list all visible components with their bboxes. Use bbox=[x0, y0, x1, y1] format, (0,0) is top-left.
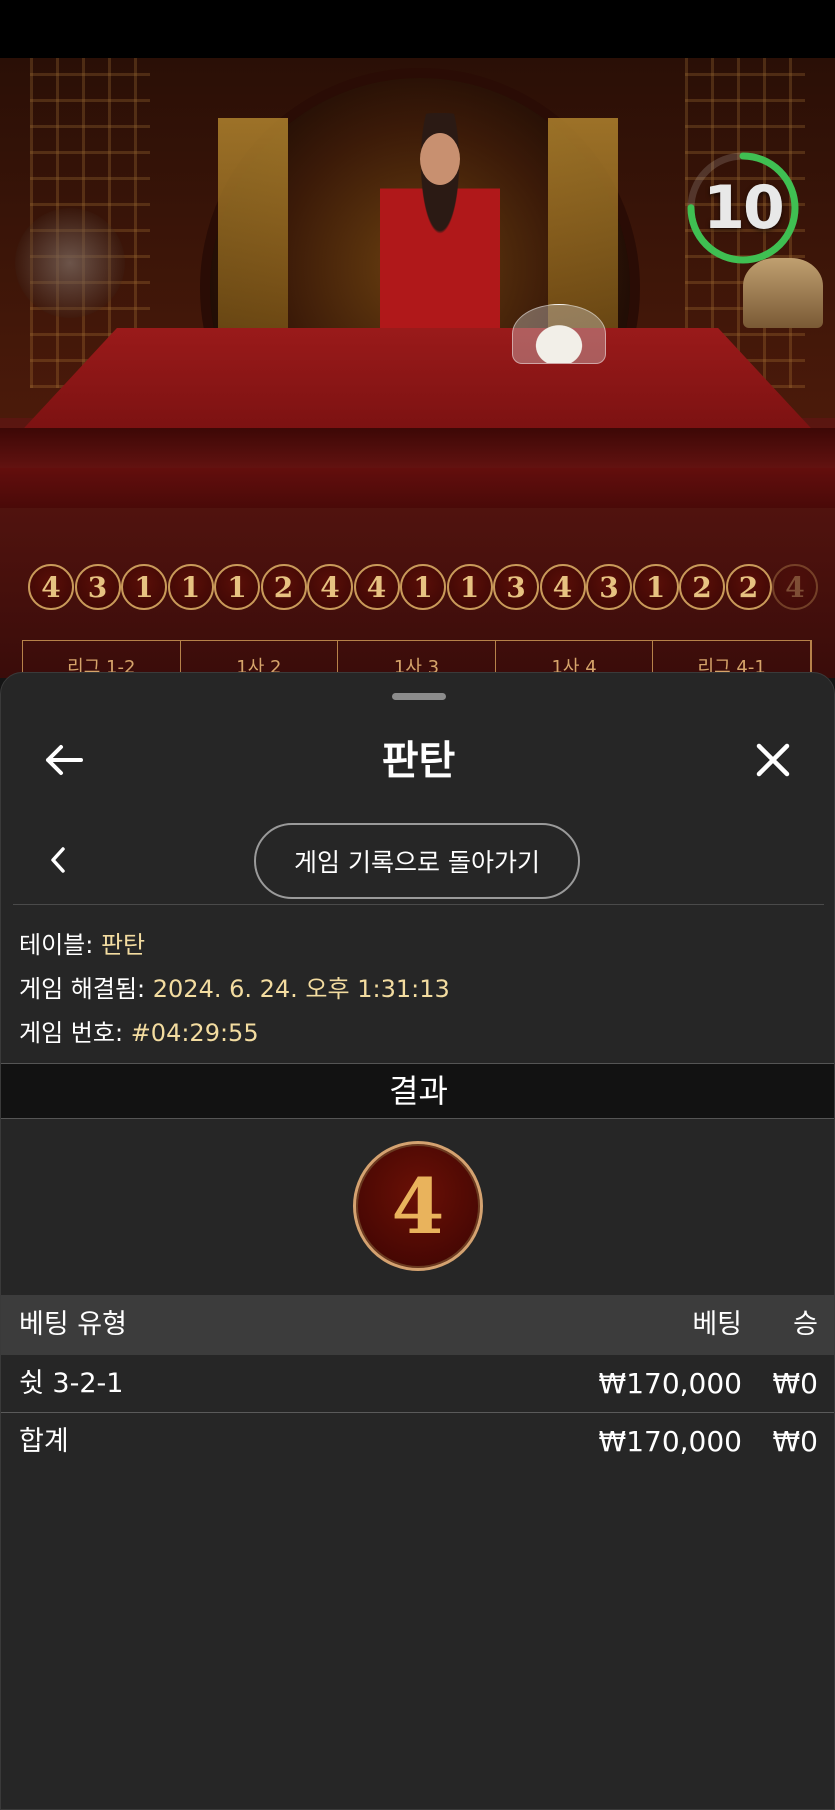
road-bead: 2 bbox=[260, 564, 307, 610]
row-bet-amount: ₩170,000 bbox=[598, 1367, 742, 1400]
table-header-row: 베팅 유형 베팅 승 bbox=[1, 1295, 834, 1355]
sheet-title: 판탄 bbox=[381, 738, 456, 784]
dealer-face bbox=[420, 133, 460, 185]
total-bet-amount: ₩170,000 bbox=[598, 1425, 742, 1458]
dragon-statue bbox=[743, 258, 823, 328]
back-to-history-button[interactable]: 게임 기록으로 돌아가기 bbox=[254, 823, 580, 899]
road-bead: 4 bbox=[539, 564, 586, 610]
road-bead: 1 bbox=[214, 564, 260, 610]
bonsai-decoration bbox=[15, 208, 125, 318]
history-nav-row: 게임 기록으로 돌아가기 bbox=[13, 815, 824, 905]
info-resolved-row: 게임 해결됨: 2024. 6. 24. 오후 1:31:13 bbox=[19, 967, 450, 1011]
road-bead: 1 bbox=[632, 564, 679, 610]
total-label: 합계 bbox=[19, 1426, 69, 1457]
bead-dome bbox=[512, 304, 606, 364]
result-header: 결과 bbox=[1, 1063, 834, 1119]
golden-panel-left bbox=[218, 118, 288, 328]
header-bet-type: 베팅 유형 bbox=[19, 1309, 127, 1340]
countdown-value: 10 bbox=[703, 173, 785, 243]
road-bead: 4 bbox=[353, 564, 400, 610]
road-bead: 2 bbox=[679, 564, 725, 610]
chevron-left-icon bbox=[51, 847, 65, 873]
info-table-label: 테이블: bbox=[19, 931, 94, 959]
info-game-number-row: 게임 번호: #04:29:55 bbox=[19, 1011, 450, 1055]
row-win-amount: ₩0 bbox=[772, 1367, 819, 1400]
info-game-number-value: #04:29:55 bbox=[130, 1019, 259, 1047]
status-bar bbox=[0, 0, 835, 58]
previous-button[interactable] bbox=[33, 835, 83, 885]
road-bead: 3 bbox=[74, 564, 121, 610]
header-bet: 베팅 bbox=[692, 1309, 742, 1340]
golden-panel-right bbox=[548, 118, 618, 328]
road-bead: 4 bbox=[28, 564, 74, 610]
close-button[interactable] bbox=[746, 733, 800, 787]
countdown-timer: 10 bbox=[685, 150, 801, 266]
road-bead: 1 bbox=[446, 564, 493, 610]
header-win: 승 bbox=[793, 1309, 818, 1340]
game-table bbox=[0, 328, 835, 508]
sheet-header: 판탄 bbox=[1, 711, 834, 811]
table-rim bbox=[0, 428, 835, 468]
info-game-number-label: 게임 번호: bbox=[19, 1019, 124, 1047]
road-bead: 1 bbox=[400, 564, 446, 610]
total-row: 합계 ₩170,000 ₩0 bbox=[1, 1413, 834, 1471]
road-bead: 2 bbox=[725, 564, 772, 610]
game-detail-sheet: 판탄 게임 기록으로 돌아가기 테이블: 판탄 게임 해결됨: 2024. 6.… bbox=[0, 672, 835, 1810]
road-bead: 4 bbox=[772, 564, 818, 610]
table-row: 쉿 3-2-1 ₩170,000 ₩0 bbox=[1, 1355, 834, 1413]
total-win-amount: ₩0 bbox=[772, 1425, 819, 1458]
road-bead: 1 bbox=[167, 564, 214, 610]
close-icon bbox=[756, 743, 790, 777]
row-bet-type: 쉿 3-2-1 bbox=[19, 1368, 124, 1399]
road-bead: 3 bbox=[586, 564, 632, 610]
result-ball: 4 bbox=[353, 1141, 483, 1271]
sheet-grabber[interactable] bbox=[392, 693, 446, 700]
info-resolved-value: 2024. 6. 24. 오후 1:31:13 bbox=[152, 975, 450, 1003]
bet-summary-table: 베팅 유형 베팅 승 쉿 3-2-1 ₩170,000 ₩0 합계 ₩170,0… bbox=[1, 1295, 834, 1471]
info-table-row: 테이블: 판탄 bbox=[19, 923, 450, 967]
road-bead: 4 bbox=[307, 564, 353, 610]
info-table-value: 판탄 bbox=[100, 931, 146, 959]
game-info: 테이블: 판탄 게임 해결됨: 2024. 6. 24. 오후 1:31:13 … bbox=[19, 923, 450, 1055]
road-bead: 1 bbox=[121, 564, 167, 610]
info-resolved-label: 게임 해결됨: bbox=[19, 975, 146, 1003]
road-bead: 3 bbox=[493, 564, 539, 610]
result-history-road: 43111244113431224 bbox=[28, 564, 819, 618]
